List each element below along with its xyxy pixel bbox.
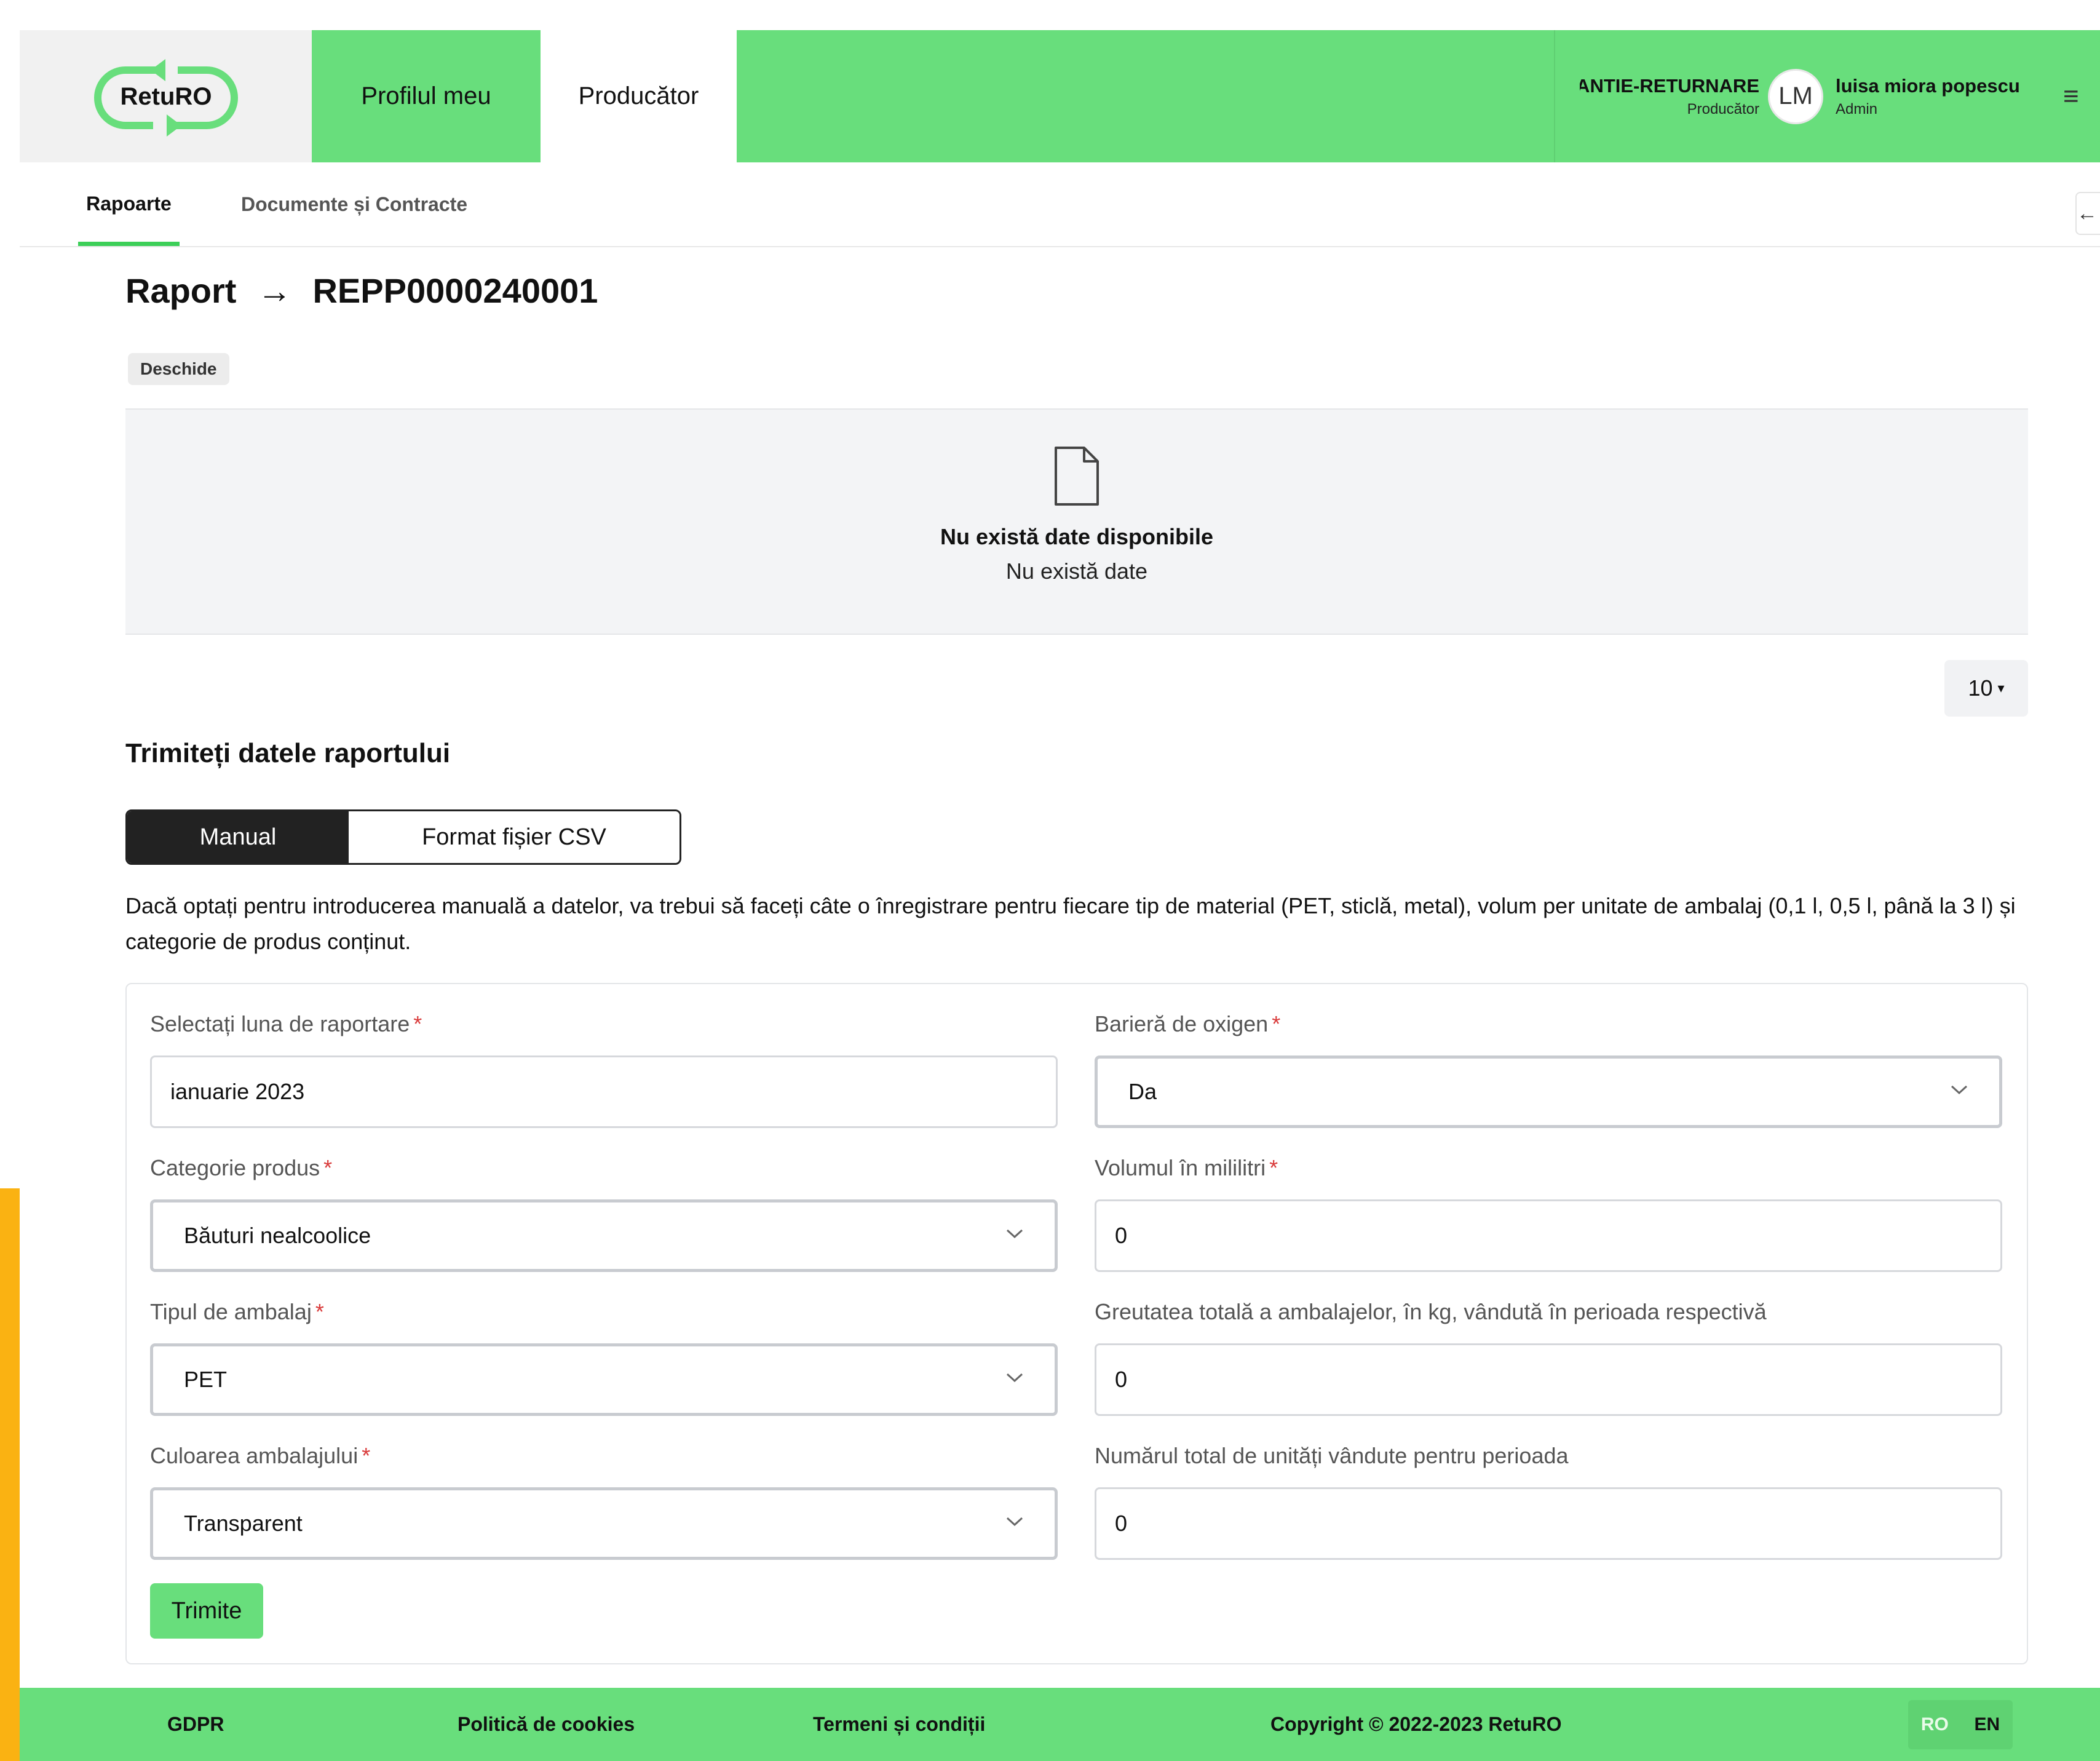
returo-logo-icon: RetuRO xyxy=(93,58,238,137)
sub-navigation: Rapoarte Documente și Contracte ← xyxy=(20,162,2100,247)
header-spacer xyxy=(737,30,1554,162)
footer-copyright: Copyright © 2022-2023 RetuRO xyxy=(1270,1713,1562,1735)
culoare-label: Culoarea ambalajului * xyxy=(150,1443,370,1469)
unitati-label: Numărul total de unități vândute pentru … xyxy=(1095,1443,1569,1469)
categorie-value: Băuturi nealcoolice xyxy=(184,1223,371,1248)
bariera-value: Da xyxy=(1128,1079,1157,1104)
footer-gdpr-link[interactable]: GDPR xyxy=(167,1688,224,1761)
page-title-prefix: Raport xyxy=(125,271,237,310)
required-mark: * xyxy=(1269,1155,1278,1180)
bariera-select[interactable]: Da xyxy=(1095,1055,2002,1128)
page-size-dropdown[interactable]: 10 ▾ xyxy=(1944,660,2028,717)
tab-rapoarte[interactable]: Rapoarte xyxy=(78,162,180,246)
required-mark: * xyxy=(362,1443,371,1468)
footer-cookies-link[interactable]: Politică de cookies xyxy=(458,1688,635,1761)
greutate-label-text: Greutatea totală a ambalajelor, în kg, v… xyxy=(1095,1299,1767,1324)
luna-input[interactable]: ianuarie 2023 xyxy=(150,1055,1058,1128)
nav-profilul-meu[interactable]: Profilul meu xyxy=(312,30,541,162)
greutate-input[interactable]: 0 xyxy=(1095,1343,2002,1416)
chevron-down-icon xyxy=(1006,1373,1023,1383)
footer: GDPR Politică de cookies Termeni și cond… xyxy=(20,1688,2100,1761)
unitati-value: 0 xyxy=(1115,1511,1128,1536)
volum-value: 0 xyxy=(1115,1223,1128,1248)
hamburger-menu-icon[interactable]: ≡ xyxy=(2063,81,2079,112)
unitati-input[interactable]: 0 xyxy=(1095,1487,2002,1560)
manual-entry-description: Dacă optați pentru introducerea manuală … xyxy=(125,893,2016,954)
status-badge: Deschide xyxy=(128,353,229,385)
chevron-down-icon xyxy=(1006,1229,1023,1239)
categorie-label: Categorie produs * xyxy=(150,1155,332,1181)
culoare-label-text: Culoarea ambalajului xyxy=(150,1443,359,1468)
organization-role: Producător xyxy=(1687,100,1759,117)
avatar[interactable]: LM xyxy=(1768,68,1823,124)
tip-value: PET xyxy=(184,1367,228,1392)
culoare-select[interactable]: Transparent xyxy=(150,1487,1058,1560)
bariera-label-text: Barieră de oxigen xyxy=(1095,1011,1269,1036)
volum-label-text: Volumul în mililitri xyxy=(1095,1155,1266,1180)
submit-button[interactable]: Trimite xyxy=(150,1583,263,1639)
language-switcher: RO EN xyxy=(1908,1700,2013,1749)
logo[interactable]: RetuRO xyxy=(20,30,312,162)
categorie-select[interactable]: Băuturi nealcoolice xyxy=(150,1199,1058,1272)
user-info: luisa miora popescu Admin xyxy=(1836,75,2020,118)
lang-ro-button[interactable]: RO xyxy=(1921,1714,1949,1735)
empty-state: Nu există date disponibile Nu există dat… xyxy=(125,408,2028,635)
chevron-down-icon xyxy=(1006,1517,1023,1527)
unitati-label-text: Numărul total de unități vândute pentru … xyxy=(1095,1443,1569,1468)
categorie-label-text: Categorie produs xyxy=(150,1155,320,1180)
toggle-manual[interactable]: Manual xyxy=(127,811,349,863)
top-header: RetuRO Profilul meu Producător RETURO SI… xyxy=(20,30,2100,162)
report-form: Selectați luna de raportare * ianuarie 20… xyxy=(125,983,2028,1664)
caret-down-icon: ▾ xyxy=(1997,680,2005,696)
toggle-csv[interactable]: Format fișier CSV xyxy=(349,811,680,863)
nav-producator[interactable]: Producător xyxy=(541,30,737,162)
luna-label: Selectați luna de raportare * xyxy=(150,1011,422,1037)
required-mark: * xyxy=(413,1011,422,1036)
side-accent-strip xyxy=(0,1188,20,1761)
empty-file-icon xyxy=(1055,447,1099,506)
tip-label-text: Tipul de ambalaj xyxy=(150,1299,312,1324)
arrow-right-icon: → xyxy=(257,271,292,310)
required-mark: * xyxy=(315,1299,324,1324)
user-name: luisa miora popescu xyxy=(1836,74,2020,97)
svg-text:RetuRO: RetuRO xyxy=(120,83,212,110)
luna-label-text: Selectați luna de raportare xyxy=(150,1011,410,1036)
required-mark: * xyxy=(1272,1011,1281,1036)
volum-input[interactable]: 0 xyxy=(1095,1199,2002,1272)
greutate-value: 0 xyxy=(1115,1367,1128,1392)
back-arrow-icon[interactable]: ← xyxy=(2075,192,2100,235)
user-role: Admin xyxy=(1836,100,1878,117)
page-size-value: 10 xyxy=(1968,675,1993,701)
user-menu[interactable]: RETURO SISTEM GARANTIE-RETURNARE Producă… xyxy=(1554,30,2100,162)
footer-terms-link[interactable]: Termeni și condiții xyxy=(813,1688,985,1761)
report-id: REPP0000240001 xyxy=(312,271,598,310)
organization-name: RETURO SISTEM GARANTIE-RETURNARE xyxy=(1580,74,1759,97)
tab-documente-contracte[interactable]: Documente și Contracte xyxy=(241,162,467,246)
tip-label: Tipul de ambalaj * xyxy=(150,1299,324,1325)
culoare-value: Transparent xyxy=(184,1511,303,1536)
empty-state-title: Nu există date disponibile xyxy=(940,524,1214,549)
tip-select[interactable]: PET xyxy=(150,1343,1058,1416)
required-mark: * xyxy=(323,1155,333,1180)
greutate-label: Greutatea totală a ambalajelor, în kg, v… xyxy=(1095,1299,1767,1325)
page-title: Raport → REPP0000240001 xyxy=(125,271,598,311)
chevron-down-icon xyxy=(1951,1085,1968,1095)
section-title: Trimiteți datele raportului xyxy=(125,738,451,768)
organization-info: RETURO SISTEM GARANTIE-RETURNARE Producă… xyxy=(1580,75,1759,118)
lang-en-button[interactable]: EN xyxy=(1974,1714,2000,1735)
volum-label: Volumul în mililitri * xyxy=(1095,1155,1278,1181)
empty-state-subtitle: Nu există date xyxy=(1005,559,1148,584)
input-mode-toggle: Manual Format fișier CSV xyxy=(125,809,681,865)
bariera-label: Barieră de oxigen * xyxy=(1095,1011,1280,1037)
luna-value: ianuarie 2023 xyxy=(170,1079,305,1104)
